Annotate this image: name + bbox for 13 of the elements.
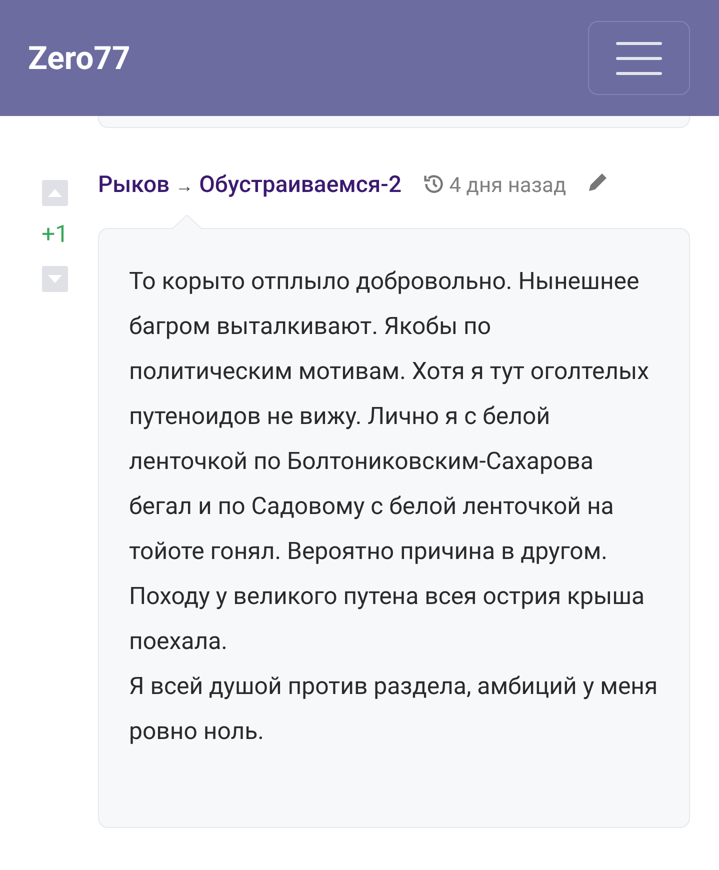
site-title[interactable]: Zero77 [28, 34, 130, 82]
arrow-text: → [175, 176, 194, 197]
topic-link[interactable]: Обустраиваемся-2 [199, 171, 402, 198]
down-triangle-icon [48, 275, 62, 283]
comment-text: Я всей душой против раздела, амбиций у меня ровно ноль. [129, 671, 659, 747]
comment-text: То корыто отплыло добровольно. Нынешнее багром выталкивают. Якобы по политическим мотивам. Хотя я тут оголтелых путеноидов не вижу. Лично я с белой ленточкой по Болтониковским-Сахарова бегал и по Садовому с белой ленточкой на тойоте гонял. Вероятно причина в другом. Походу у великого путена всея острия крыша поехала. [129, 266, 650, 657]
menu-button[interactable] [588, 21, 690, 95]
history-icon [423, 173, 446, 195]
author-link[interactable]: Рыков [98, 171, 170, 198]
up-triangle-icon [48, 189, 62, 197]
timestamp: 4 дня назад [449, 174, 566, 198]
score: +1 [41, 222, 69, 246]
menu-icon [616, 42, 662, 74]
